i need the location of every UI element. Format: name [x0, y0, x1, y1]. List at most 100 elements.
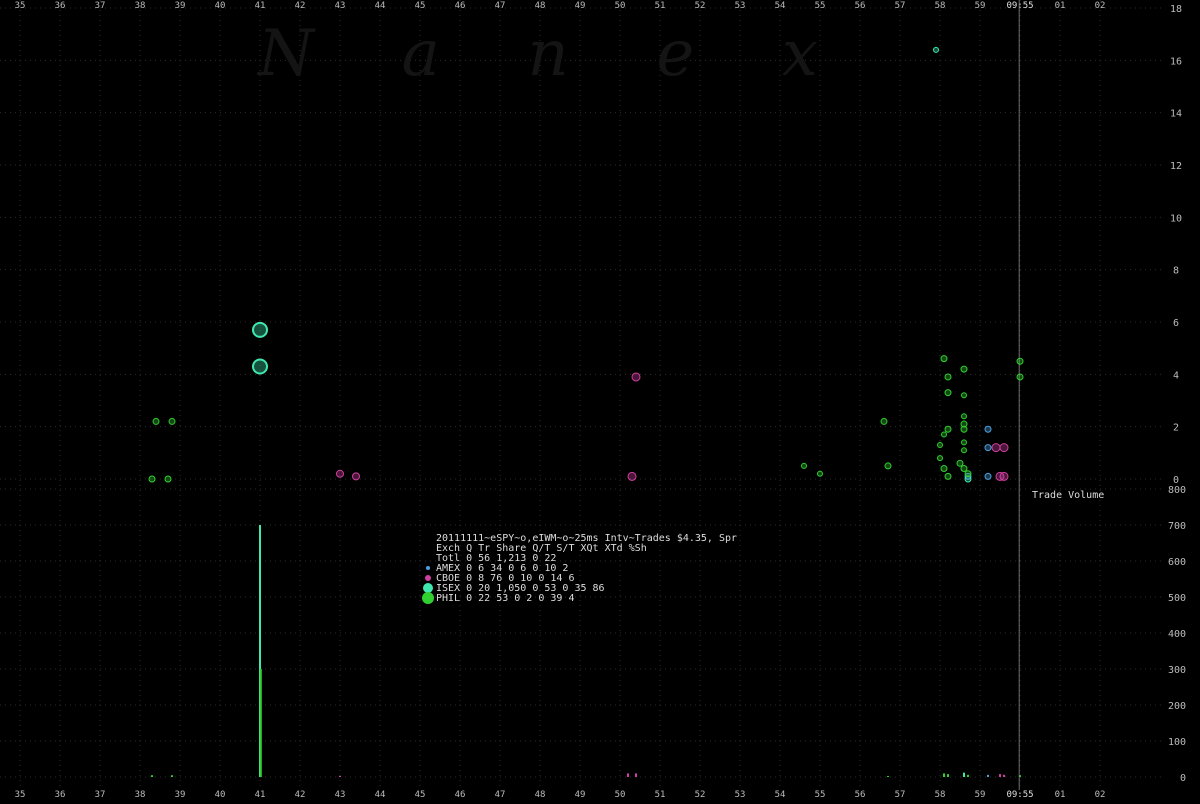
- trade-point-phil: [944, 373, 952, 381]
- trade-point-phil: [961, 447, 967, 454]
- x-tick-label-top: 57: [895, 1, 906, 11]
- x-tick-label-top: 09:55: [1006, 1, 1033, 11]
- volume-panel-label: Trade Volume: [1032, 490, 1104, 501]
- x-tick-label-bottom: 52: [695, 790, 706, 800]
- x-tick-label-top: 58: [935, 1, 946, 11]
- x-tick-label-bottom: 35: [15, 790, 26, 800]
- x-tick-label-bottom: 44: [375, 790, 386, 800]
- x-tick-label-top: 35: [15, 1, 26, 11]
- x-tick-label-bottom: 53: [735, 790, 746, 800]
- x-tick-label-top: 44: [375, 1, 386, 11]
- x-tick-label-top: 59: [975, 1, 986, 11]
- x-tick-label-top: 51: [655, 1, 666, 11]
- trade-point-isex: [252, 321, 268, 338]
- trade-point-isex: [252, 358, 268, 375]
- x-tick-label-bottom: 41: [255, 790, 266, 800]
- x-tick-label-top: 48: [535, 1, 546, 11]
- volume-tick-label: 0: [1180, 773, 1186, 784]
- x-tick-label-bottom: 48: [535, 790, 546, 800]
- trade-point-phil: [956, 459, 964, 467]
- trade-chart: N a n e x 35 35 36 36 37 37 38 38 39 39 40 40 41 41 42…: [0, 0, 1200, 800]
- volume-tick-label: 100: [1168, 737, 1186, 748]
- volume-tick-label: 200: [1168, 701, 1186, 712]
- trade-point-amex: [984, 444, 992, 452]
- x-tick-label-top: 38: [135, 1, 146, 11]
- price-tick-label: 18: [1170, 4, 1182, 15]
- x-tick-label-bottom: 50: [615, 790, 626, 800]
- trade-point-phil: [964, 470, 972, 478]
- x-tick-label-top: 52: [695, 1, 706, 11]
- x-tick-label-top: 39: [175, 1, 186, 11]
- trade-point-phil: [884, 462, 892, 470]
- x-tick-label-bottom: 49: [575, 790, 586, 800]
- price-tick-label: 4: [1173, 370, 1179, 381]
- volume-tick-label: 400: [1168, 629, 1186, 640]
- price-tick-label: 10: [1170, 213, 1182, 224]
- x-tick-label-top: 56: [855, 1, 866, 11]
- x-tick-label-bottom: 59: [975, 790, 986, 800]
- trade-point-phil: [960, 425, 968, 433]
- nanex-watermark: N a n e x: [256, 17, 818, 91]
- x-tick-label-bottom: 54: [775, 790, 786, 800]
- trade-point-phil: [961, 392, 967, 399]
- trade-point-phil: [961, 413, 967, 420]
- x-tick-label-bottom: 37: [95, 790, 106, 800]
- x-tick-label-bottom: 45: [415, 790, 426, 800]
- trade-point-phil: [941, 431, 947, 438]
- trade-point-phil: [148, 475, 156, 483]
- price-tick-label: 6: [1173, 318, 1179, 329]
- trade-point-phil: [801, 462, 807, 469]
- trade-point-cboe: [999, 443, 1009, 453]
- trade-point-phil: [940, 465, 948, 473]
- price-y-axis: 024681012141618: [1170, 4, 1182, 486]
- price-tick-label: 12: [1170, 161, 1182, 172]
- x-tick-label-bottom: 51: [655, 790, 666, 800]
- x-tick-label-top: 54: [775, 1, 786, 11]
- x-tick-label-bottom: 56: [855, 790, 866, 800]
- trade-point-phil: [937, 455, 943, 462]
- stats-row: PHIL 0 22 53 0 2 0 39 4: [436, 593, 574, 604]
- x-tick-label-top: 49: [575, 1, 586, 11]
- chart-svg: N a n e x 353536363737383839394040414142…: [0, 0, 1186, 800]
- x-tick-label-bottom: 58: [935, 790, 946, 800]
- trade-point-phil: [960, 465, 968, 473]
- x-tick-label-top: 36: [55, 1, 66, 11]
- trade-point-isex: [933, 46, 939, 53]
- legend-marker-phil: [422, 592, 434, 604]
- x-tick-label-top: 42: [295, 1, 306, 11]
- x-tick-label-top: 53: [735, 1, 746, 11]
- x-tick-label-bottom: 47: [495, 790, 506, 800]
- x-tick-label-top: 01: [1055, 1, 1066, 11]
- x-tick-label-top: 46: [455, 1, 466, 11]
- trade-point-phil: [168, 417, 176, 425]
- x-tick-label-top: 45: [415, 1, 426, 11]
- price-tick-label: 16: [1170, 56, 1182, 67]
- x-tick-label-top: 47: [495, 1, 506, 11]
- trade-point-cboe: [336, 469, 344, 478]
- trade-point-cboe: [991, 443, 1001, 453]
- x-tick-label-bottom: 36: [55, 790, 66, 800]
- volume-bars: [151, 525, 1021, 777]
- legend-marker-amex: [426, 566, 430, 570]
- volume-tick-label: 600: [1168, 557, 1186, 568]
- trade-point-phil: [937, 441, 943, 448]
- x-tick-label-top: 02: [1095, 1, 1106, 11]
- volume-tick-label: 300: [1168, 665, 1186, 676]
- x-tick-label-top: 50: [615, 1, 626, 11]
- trade-point-phil: [940, 355, 948, 363]
- price-tick-label: 14: [1170, 109, 1182, 120]
- trade-point-phil: [944, 389, 952, 397]
- trade-point-phil: [880, 417, 888, 425]
- legend-marker-isex: [423, 583, 433, 593]
- x-tick-label-bottom: 39: [175, 790, 186, 800]
- grid-layer: [0, 0, 1165, 790]
- x-tick-label-top: 41: [255, 1, 266, 11]
- trade-point-phil: [1016, 357, 1024, 365]
- volume-y-axis: 0 100 200 300 400 500 600 700 800: [1168, 485, 1186, 784]
- x-tick-label-bottom: 55: [815, 790, 826, 800]
- trade-point-phil: [1016, 373, 1024, 381]
- x-tick-label-bottom: 40: [215, 790, 226, 800]
- trade-point-cboe: [631, 372, 641, 382]
- trade-point-cboe: [352, 472, 360, 481]
- legend-marker-cboe: [425, 575, 431, 581]
